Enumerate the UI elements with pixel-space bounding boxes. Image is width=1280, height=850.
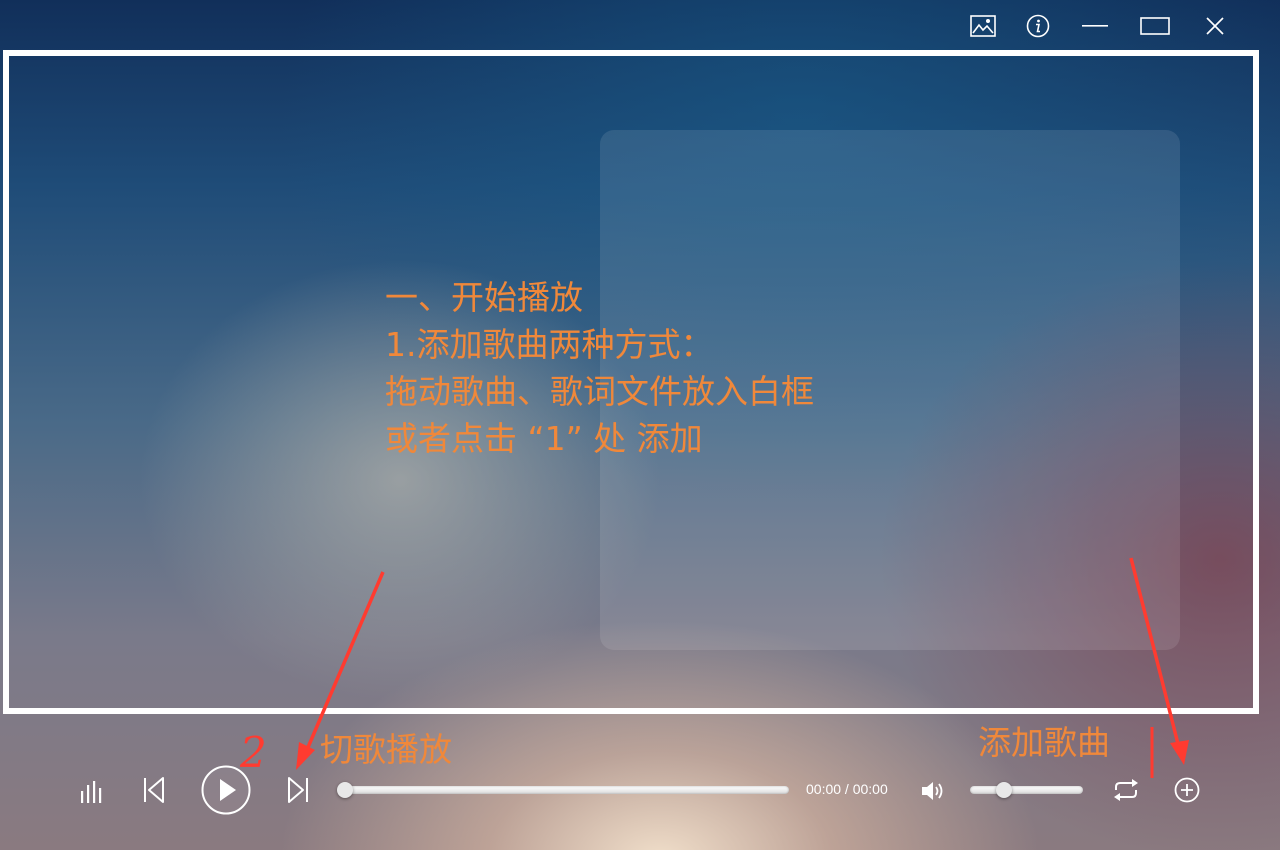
minimize-icon[interactable] (1079, 10, 1111, 42)
close-icon[interactable] (1199, 10, 1231, 42)
info-icon[interactable] (1022, 10, 1054, 42)
window-controls (970, 0, 1280, 52)
add-song-label: 添加歌曲 (978, 723, 1110, 762)
instruction-text: 一、开始播放 1.添加歌曲两种方式： 拖动歌曲、歌词文件放入白框 或者点击 “1… (385, 274, 814, 462)
play-button[interactable] (201, 765, 251, 815)
progress-bar[interactable] (337, 782, 789, 798)
instruction-line: 或者点击 “1” 处 添加 (385, 419, 703, 458)
add-icon (1174, 777, 1200, 803)
next-icon[interactable] (282, 774, 314, 806)
instruction-line: 1.添加歌曲两种方式： (385, 325, 714, 364)
repeat-icon[interactable] (1109, 775, 1143, 805)
equalizer-icon[interactable] (76, 776, 108, 806)
volume-icon[interactable] (918, 778, 946, 804)
instruction-line: 拖动歌曲、歌词文件放入白框 (385, 372, 814, 411)
volume-handle[interactable] (995, 782, 1012, 798)
maximize-icon[interactable] (1139, 10, 1171, 42)
instruction-line: 一、开始播放 (385, 278, 583, 317)
previous-icon[interactable] (138, 774, 170, 806)
time-display: 00:00 / 00:00 (806, 781, 888, 797)
volume-slider[interactable] (970, 782, 1083, 798)
switch-song-label: 切歌播放 (320, 730, 452, 769)
progress-handle[interactable] (337, 782, 353, 798)
add-song-button[interactable] (1173, 776, 1201, 804)
play-icon (201, 765, 251, 815)
image-icon[interactable] (967, 10, 999, 42)
